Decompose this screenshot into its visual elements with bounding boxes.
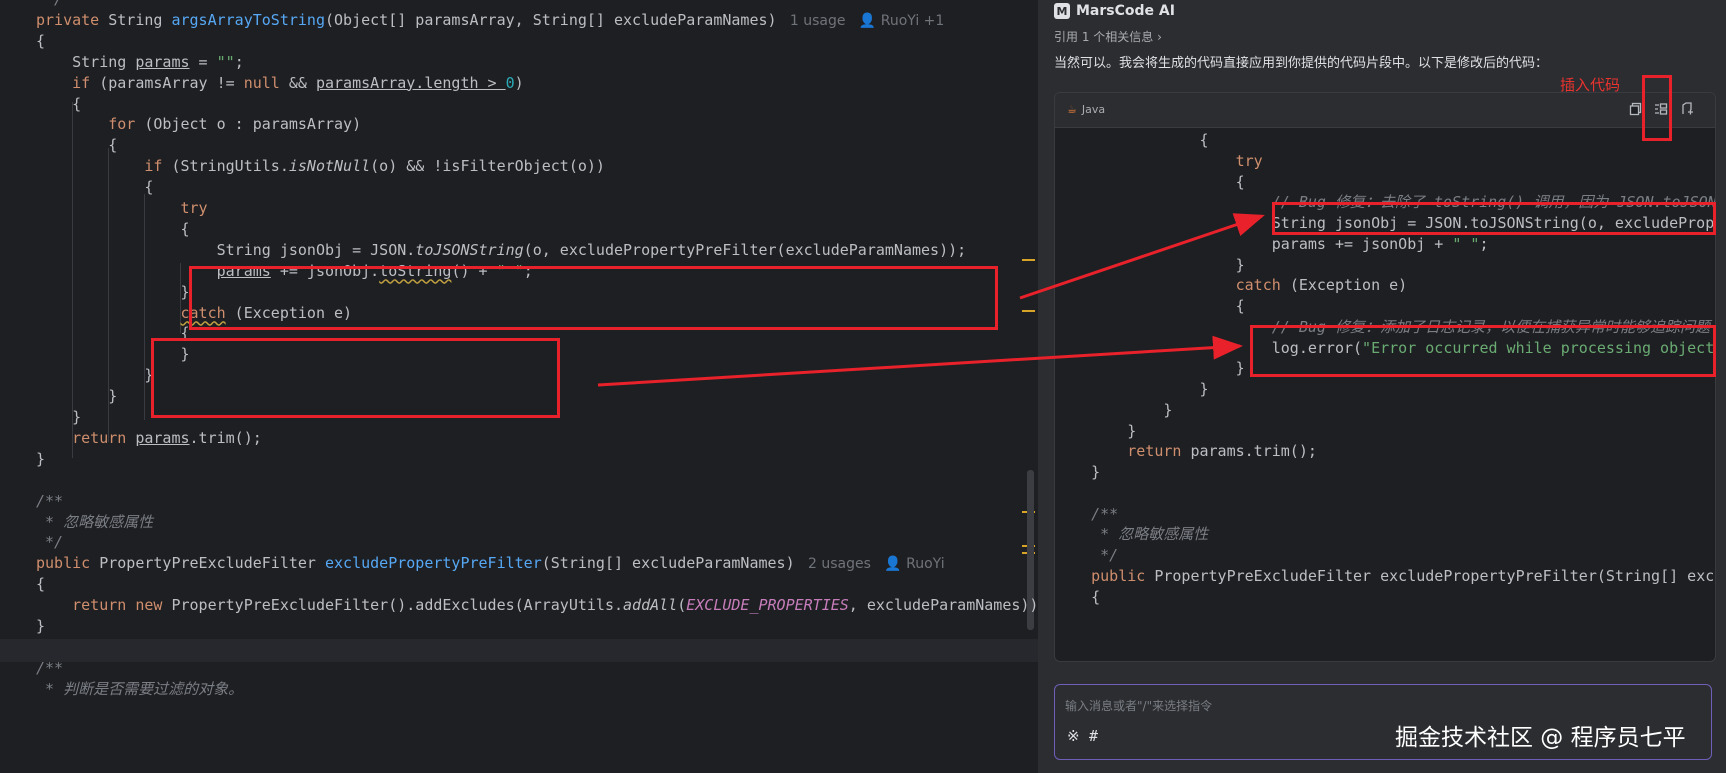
arrow-to-fix2 [597,335,1243,387]
arrow-to-fix1 [1019,213,1265,300]
annotation-arrows [597,213,1265,387]
